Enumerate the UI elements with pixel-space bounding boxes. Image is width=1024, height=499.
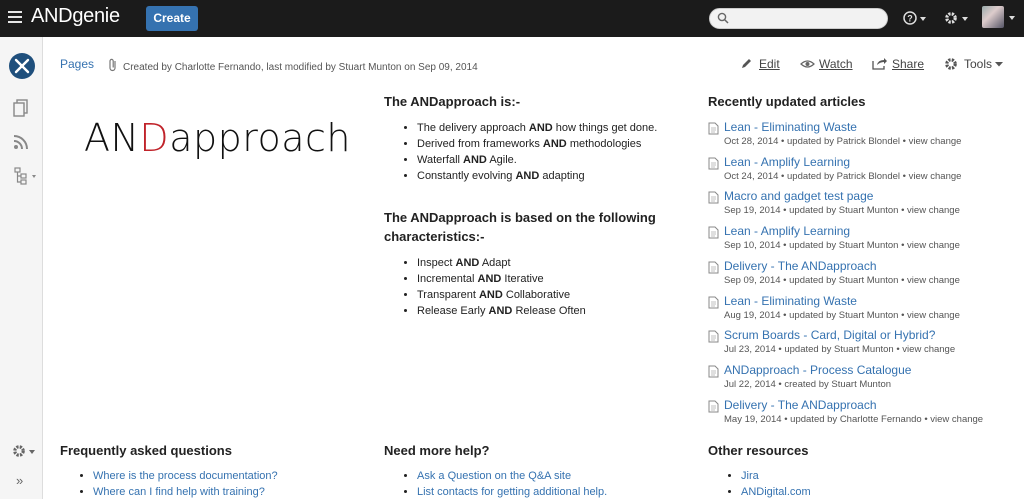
settings-gear-icon[interactable] [943, 10, 969, 26]
faq-links: Where is the process documentation? Wher… [78, 468, 278, 499]
pages-icon[interactable] [13, 99, 29, 117]
expand-sidebar-icon[interactable]: » [16, 473, 23, 488]
list-item: Release Early AND Release Often [417, 303, 586, 319]
left-sidebar: » [0, 37, 43, 499]
article-meta: May 19, 2014 • updated by Charlotte Fern… [724, 413, 984, 425]
page-document-icon [708, 191, 719, 204]
page-document-icon [708, 261, 719, 274]
menu-icon[interactable] [8, 11, 22, 23]
help-links: Ask a Question on the Q&A site List cont… [402, 468, 607, 499]
page-document-icon [708, 365, 719, 378]
faq-link[interactable]: Where is the process documentation? [93, 470, 278, 482]
article-meta: Oct 28, 2014 • updated by Patrick Blonde… [724, 136, 962, 147]
article-meta: Sep 09, 2014 • updated by Stuart Munton … [724, 274, 960, 286]
breadcrumb-pages[interactable]: Pages [60, 57, 94, 71]
characteristics-list: Inspect AND Adapt Incremental AND Iterat… [402, 255, 586, 319]
list-item: Inspect AND Adapt [417, 255, 586, 271]
resource-link[interactable]: Jira [741, 470, 759, 482]
article-title-link[interactable]: Lean - Eliminating Waste [724, 294, 857, 308]
avatar-caret-icon[interactable] [1009, 16, 1015, 20]
list-item: Derived from frameworks AND methodologie… [417, 136, 657, 152]
page-document-icon [708, 330, 719, 343]
edit-button[interactable]: Edit [759, 57, 780, 71]
article-title-link[interactable]: Lean - Amplify Learning [724, 224, 850, 238]
article-meta: Jul 23, 2014 • updated by Stuart Munton … [724, 344, 956, 356]
page-document-icon [708, 122, 719, 135]
tools-gear-icon[interactable] [944, 57, 958, 71]
tools-chevron-down-icon[interactable] [995, 62, 1003, 67]
share-icon[interactable] [872, 57, 887, 70]
list-item: Incremental AND Iterative [417, 271, 586, 287]
user-avatar[interactable] [982, 6, 1004, 28]
page-document-icon [708, 296, 719, 308]
list-item: Transparent AND Collaborative [417, 287, 586, 303]
page-byline: Created by Charlotte Fernando, last modi… [123, 62, 478, 73]
watch-eye-icon[interactable] [800, 59, 815, 69]
app-brand[interactable]: ANDgenie [31, 5, 120, 28]
resource-link[interactable]: ANDigital.com [741, 486, 811, 498]
help-icon[interactable]: ? [903, 10, 927, 26]
help-heading: Need more help? [384, 443, 490, 458]
space-logo[interactable] [9, 53, 35, 79]
search-icon [717, 12, 729, 24]
attachment-icon[interactable] [108, 58, 118, 72]
edit-pencil-icon[interactable] [740, 57, 753, 70]
andapproach-logo: ANDapproach [84, 116, 352, 160]
article-title-link[interactable]: Delivery - The ANDapproach [724, 259, 877, 273]
rss-feed-icon[interactable] [13, 134, 29, 150]
article-meta: Aug 19, 2014 • updated by Stuart Munton … [724, 309, 960, 321]
article-meta: Sep 19, 2014 • updated by Stuart Munton … [724, 205, 960, 217]
approach-heading: The ANDapproach is:- [384, 94, 521, 109]
article-title-link[interactable]: Macro and gadget test page [724, 189, 873, 203]
svg-text:?: ? [907, 14, 913, 24]
faq-heading: Frequently asked questions [60, 443, 232, 458]
article-title-link[interactable]: Delivery - The ANDapproach [724, 398, 877, 412]
list-item: Waterfall AND Agile. [417, 152, 657, 168]
resources-heading: Other resources [708, 443, 809, 458]
page-document-icon [708, 226, 719, 239]
resources-links: Jira ANDigital.com [726, 468, 811, 499]
space-tools-gear-icon[interactable] [12, 443, 38, 459]
approach-list: The delivery approach AND how things get… [402, 120, 657, 184]
characteristics-heading: The ANDapproach is based on the followin… [384, 210, 656, 244]
article-meta: Oct 24, 2014 • updated by Patrick Blonde… [724, 170, 962, 182]
share-button[interactable]: Share [892, 57, 924, 71]
tools-cross-icon [14, 58, 30, 74]
list-item: Constantly evolving AND adapting [417, 168, 657, 184]
article-meta: Sep 10, 2014 • updated by Stuart Munton … [724, 240, 960, 252]
article-title-link[interactable]: Lean - Amplify Learning [724, 155, 850, 169]
help-link[interactable]: Ask a Question on the Q&A site [417, 470, 571, 482]
watch-button[interactable]: Watch [819, 57, 853, 71]
article-meta: Jul 22, 2014 • created by Stuart Munton [724, 378, 892, 390]
top-header: ANDgenie Create ? [0, 0, 1024, 37]
search-input[interactable] [732, 11, 882, 26]
create-button[interactable]: Create [146, 6, 198, 31]
help-link[interactable]: List contacts for getting additional hel… [417, 486, 607, 498]
list-item: The delivery approach AND how things get… [417, 120, 657, 136]
tools-menu-button[interactable]: Tools [964, 57, 992, 71]
faq-link[interactable]: Where can I find help with training? [93, 486, 265, 498]
article-title-link[interactable]: Lean - Eliminating Waste [724, 120, 857, 134]
page-tree-icon[interactable] [13, 167, 37, 185]
page-document-icon [708, 400, 719, 413]
article-title-link[interactable]: Scrum Boards - Card, Digital or Hybrid? [724, 328, 935, 342]
page-document-icon [708, 157, 719, 170]
article-title-link[interactable]: ANDapproach - Process Catalogue [724, 363, 911, 377]
recently-updated-heading: Recently updated articles [708, 94, 866, 109]
search-box[interactable] [709, 8, 888, 29]
